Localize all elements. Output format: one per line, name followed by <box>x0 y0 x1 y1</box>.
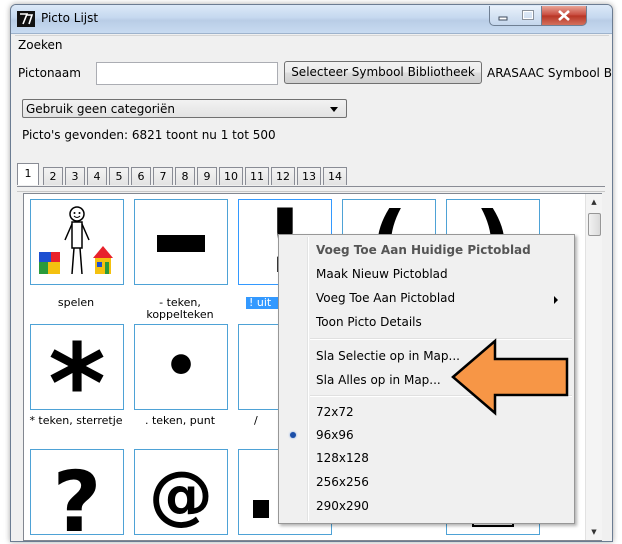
picto-symbol: • <box>163 334 199 399</box>
tab-page-10[interactable]: 10 <box>219 167 243 185</box>
close-icon <box>558 10 570 21</box>
scroll-thumb[interactable] <box>588 213 601 236</box>
minimize-icon <box>498 16 508 21</box>
picto-cell-period[interactable]: • <box>134 324 228 410</box>
picto-list-window: Picto Lijst Zoeken Pictonaam Selecteer S… <box>10 4 613 542</box>
search-group-label: Zoeken <box>18 38 63 52</box>
tab-page-6[interactable]: 6 <box>131 167 151 185</box>
hyphen-picto-icon <box>157 235 205 252</box>
tab-page-4[interactable]: 4 <box>87 167 107 185</box>
chevron-down-icon <box>330 107 338 112</box>
app-icon <box>17 11 35 27</box>
picto-name-input[interactable] <box>96 62 278 85</box>
tab-page-11[interactable]: 11 <box>245 167 269 185</box>
vertical-scrollbar[interactable]: ▲ ▼ <box>585 194 602 540</box>
search-group: Zoeken Pictonaam Selecteer Symbool Bibli… <box>15 35 612 150</box>
menu-size-290[interactable]: 290x290 <box>316 499 369 513</box>
select-library-button[interactable]: Selecteer Symbool Bibliotheek <box>284 61 482 84</box>
picto-cell-question[interactable]: ? <box>30 449 124 535</box>
menu-add-to-sheet-label: Voeg Toe Aan Pictoblad <box>316 291 456 305</box>
window-title: Picto Lijst <box>41 11 99 25</box>
menu-new-sheet[interactable]: Maak Nieuw Pictoblad <box>316 267 448 281</box>
picto-caption: . teken, punt <box>144 414 216 427</box>
menu-size-72[interactable]: 72x72 <box>316 405 354 419</box>
menu-add-to-sheet[interactable]: Voeg Toe Aan Pictoblad <box>316 291 558 305</box>
tab-page-1[interactable]: 1 <box>17 163 39 185</box>
close-button[interactable] <box>542 6 587 26</box>
radio-selected-icon <box>290 432 296 438</box>
tab-page-5[interactable]: 5 <box>109 167 129 185</box>
arrow-callout-icon <box>451 338 569 416</box>
tab-page-8[interactable]: 8 <box>175 167 195 185</box>
picto-symbol: @ <box>149 459 213 533</box>
picto-symbol: ? <box>52 453 102 535</box>
library-name-label: ARASAAC Symbool B <box>487 66 612 80</box>
menu-save-all[interactable]: Sla Alles op in Map... <box>316 373 441 387</box>
menu-icon-column <box>307 237 309 521</box>
menu-save-selection[interactable]: Sla Selectie op in Map... <box>316 349 460 363</box>
picto-cell-spelen[interactable] <box>30 199 124 285</box>
picto-caption: * teken, sterretje <box>29 414 123 427</box>
picto-symbol: * <box>48 324 106 410</box>
tab-divider <box>17 186 605 187</box>
category-dropdown[interactable]: Gebruik geen categoriën <box>22 99 347 118</box>
minimize-button[interactable] <box>489 6 517 26</box>
picto-cell-hyphen[interactable] <box>134 199 228 285</box>
submenu-arrow-icon <box>554 296 558 304</box>
tab-page-14[interactable]: 14 <box>323 167 347 185</box>
tab-divider-lower <box>17 191 605 192</box>
picto-caption-selected: ! uit <box>246 297 279 309</box>
picto-cell-asterisk[interactable]: * <box>30 324 124 410</box>
tab-page-12[interactable]: 12 <box>271 167 295 185</box>
category-dropdown-value: Gebruik geen categoriën <box>26 102 175 116</box>
maximize-icon <box>522 10 534 20</box>
picto-name-label: Pictonaam <box>18 66 81 80</box>
picto-caption: spelen <box>57 296 95 309</box>
page-tabs: 1 2 3 4 5 6 7 8 9 10 11 12 13 14 <box>17 163 609 187</box>
tab-page-9[interactable]: 9 <box>197 167 217 185</box>
scroll-up-icon[interactable]: ▲ <box>586 194 602 210</box>
tab-page-13[interactable]: 13 <box>297 167 321 185</box>
menu-size-96[interactable]: 96x96 <box>316 428 354 442</box>
menu-show-details[interactable]: Toon Picto Details <box>316 315 422 329</box>
picto-cell-at[interactable]: @ <box>134 449 228 535</box>
title-bar[interactable]: Picto Lijst <box>11 5 612 34</box>
results-count: Picto's gevonden: 6821 toont nu 1 tot 50… <box>22 128 276 142</box>
maximize-button[interactable] <box>516 6 542 26</box>
tab-page-2[interactable]: 2 <box>43 167 63 185</box>
play-picto-icon <box>39 206 113 275</box>
picto-caption: - teken, koppelteken <box>146 296 214 321</box>
menu-size-128[interactable]: 128x128 <box>316 451 369 465</box>
scroll-down-icon[interactable]: ▼ <box>586 524 602 540</box>
menu-add-to-current-sheet[interactable]: Voeg Toe Aan Huidige Pictoblad <box>316 243 531 257</box>
picto-caption: / <box>254 414 258 427</box>
tab-page-3[interactable]: 3 <box>65 167 85 185</box>
tab-page-7[interactable]: 7 <box>153 167 173 185</box>
menu-size-256[interactable]: 256x256 <box>316 475 369 489</box>
